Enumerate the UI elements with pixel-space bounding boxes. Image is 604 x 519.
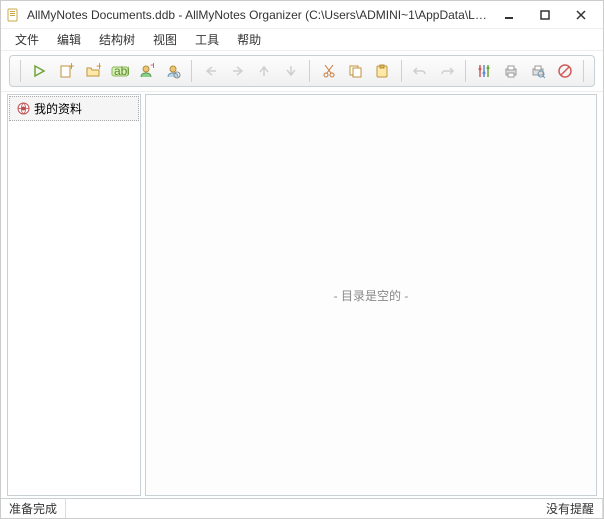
titlebar: AllMyNotes Documents.ddb - AllMyNotes Or… <box>1 1 603 29</box>
statusbar: 准备完成 没有提醒 <box>1 498 603 518</box>
content-panel: - 目录是空的 - <box>145 94 597 496</box>
stop-button[interactable] <box>552 58 577 84</box>
menu-view[interactable]: 视图 <box>145 29 185 50</box>
app-icon <box>5 7 21 23</box>
undo-button[interactable] <box>408 58 433 84</box>
status-right: 没有提醒 <box>538 499 603 518</box>
new-note-button[interactable]: + <box>54 58 79 84</box>
copy-button[interactable] <box>343 58 368 84</box>
app-window: AllMyNotes Documents.ddb - AllMyNotes Or… <box>0 0 604 519</box>
svg-text:+: + <box>68 63 74 73</box>
settings-button[interactable] <box>472 58 497 84</box>
menu-tools[interactable]: 工具 <box>187 29 227 50</box>
print-preview-button[interactable] <box>526 58 551 84</box>
move-left-button[interactable] <box>198 58 223 84</box>
close-button[interactable] <box>563 4 599 26</box>
cut-button[interactable] <box>316 58 341 84</box>
window-controls <box>491 4 599 26</box>
play-button[interactable] <box>27 58 52 84</box>
toolbar-separator <box>309 60 310 82</box>
move-down-button[interactable] <box>279 58 304 84</box>
redo-button[interactable] <box>434 58 459 84</box>
tree-root-label: 我的资料 <box>34 100 82 117</box>
new-folder-button[interactable]: + <box>80 58 105 84</box>
paste-button[interactable] <box>370 58 395 84</box>
main-body: 我的资料 - 目录是空的 - <box>1 91 603 498</box>
minimize-button[interactable] <box>491 4 527 26</box>
window-title: AllMyNotes Documents.ddb - AllMyNotes Or… <box>27 8 491 22</box>
menu-edit[interactable]: 编辑 <box>49 29 89 50</box>
tree-panel[interactable]: 我的资料 <box>7 94 141 496</box>
toolbar-separator <box>465 60 466 82</box>
empty-message: - 目录是空的 - <box>334 287 409 304</box>
toolbar-separator <box>20 60 21 82</box>
maximize-button[interactable] <box>527 4 563 26</box>
toolbar: + + abI + <box>9 55 595 87</box>
move-up-button[interactable] <box>252 58 277 84</box>
globe-icon <box>16 102 30 116</box>
contact-add-button[interactable]: + <box>134 58 159 84</box>
contact-find-button[interactable] <box>161 58 186 84</box>
print-button[interactable] <box>499 58 524 84</box>
menu-file[interactable]: 文件 <box>7 29 47 50</box>
toolbar-separator <box>583 60 584 82</box>
tree-root-item[interactable]: 我的资料 <box>9 96 139 121</box>
rename-button[interactable]: abI <box>107 58 132 84</box>
svg-text:+: + <box>96 63 101 73</box>
toolbar-separator <box>191 60 192 82</box>
menubar: 文件 编辑 结构树 视图 工具 帮助 <box>1 29 603 51</box>
svg-text:abI: abI <box>114 64 129 78</box>
toolbar-container: + + abI + <box>1 51 603 91</box>
menu-help[interactable]: 帮助 <box>229 29 269 50</box>
status-left: 准备完成 <box>1 499 66 518</box>
svg-text:+: + <box>150 63 154 72</box>
toolbar-separator <box>401 60 402 82</box>
move-right-button[interactable] <box>225 58 250 84</box>
menu-tree[interactable]: 结构树 <box>91 29 143 50</box>
